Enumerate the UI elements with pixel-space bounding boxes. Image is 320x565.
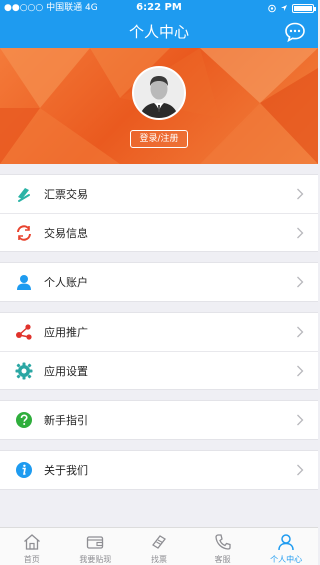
question-icon xyxy=(14,410,34,430)
chevron-right-icon xyxy=(297,326,304,338)
status-indicators xyxy=(268,0,316,16)
tab-bar: 首页 我要贴现 找票 客服 个人中心 xyxy=(0,527,318,565)
profile-header: 登录/注册 xyxy=(0,48,318,164)
page-title: 个人中心 xyxy=(128,23,189,41)
tab-label: 首页 xyxy=(23,555,40,564)
menu-item-personal-account[interactable]: 个人账户 xyxy=(0,263,318,301)
menu-group-about: 关于我们 xyxy=(0,450,318,490)
menu-group-trading: 汇票交易 交易信息 xyxy=(0,174,318,252)
status-bar: ●●○○○ 中国联通 4G 6:22 PM xyxy=(0,0,318,16)
tab-label: 我要贴现 xyxy=(79,555,112,564)
location-icon xyxy=(268,4,276,12)
home-icon xyxy=(23,534,40,550)
tab-discount[interactable]: 我要贴现 xyxy=(64,528,128,565)
menu-item-label: 应用设置 xyxy=(44,364,88,378)
tab-find-ticket[interactable]: 找票 xyxy=(127,528,191,565)
tab-label: 客服 xyxy=(214,555,231,564)
gear-icon xyxy=(14,361,34,381)
chevron-right-icon xyxy=(297,365,304,377)
chevron-right-icon xyxy=(297,414,304,426)
chevron-right-icon xyxy=(297,276,304,288)
menu-item-label: 关于我们 xyxy=(44,464,88,477)
menu-item-about-us[interactable]: 关于我们 xyxy=(0,451,318,489)
person-icon xyxy=(14,272,34,292)
phone-icon xyxy=(214,534,231,550)
menu-group-account: 个人账户 xyxy=(0,262,318,302)
menu-item-beginner-guide[interactable]: 新手指引 xyxy=(0,401,318,439)
tab-home[interactable]: 首页 xyxy=(0,528,64,565)
menu-item-trade-info[interactable]: 交易信息 xyxy=(0,213,318,251)
nav-bar: 个人中心 xyxy=(0,16,318,48)
menu-item-app-settings[interactable]: 应用设置 xyxy=(0,351,318,389)
tab-label: 找票 xyxy=(150,555,167,564)
info-icon xyxy=(14,460,34,480)
share-icon xyxy=(14,322,34,342)
tab-customer-service[interactable]: 客服 xyxy=(191,528,255,565)
menu-item-label: 新手指引 xyxy=(44,414,88,427)
bill-trade-icon xyxy=(14,184,34,204)
avatar[interactable] xyxy=(132,66,186,120)
wallet-icon xyxy=(87,536,104,549)
tab-personal-center[interactable]: 个人中心 xyxy=(254,528,318,565)
menu-group-guide: 新手指引 xyxy=(0,400,318,440)
navigation-arrow-icon xyxy=(281,5,287,11)
menu-group-app: 应用推广 应用设置 xyxy=(0,312,318,390)
chevron-right-icon xyxy=(297,464,304,476)
battery-icon xyxy=(292,3,316,13)
chat-bubble-icon[interactable] xyxy=(284,21,306,43)
menu-item-app-promotion[interactable]: 应用推广 xyxy=(0,313,318,351)
refresh-cycle-icon xyxy=(14,223,34,243)
user-avatar-icon xyxy=(134,68,184,118)
menu-item-bill-trade[interactable]: 汇票交易 xyxy=(0,175,318,213)
user-icon xyxy=(278,534,294,551)
menu-item-label: 个人账户 xyxy=(44,276,88,289)
tab-label: 个人中心 xyxy=(270,555,303,564)
chevron-right-icon xyxy=(297,227,304,239)
ticket-icon xyxy=(152,535,166,549)
menu-item-label: 汇票交易 xyxy=(44,188,88,201)
login-register-button[interactable]: 登录/注册 xyxy=(130,130,188,148)
menu-item-label: 应用推广 xyxy=(44,326,88,339)
chevron-right-icon xyxy=(297,188,304,200)
menu-item-label: 交易信息 xyxy=(44,226,88,240)
